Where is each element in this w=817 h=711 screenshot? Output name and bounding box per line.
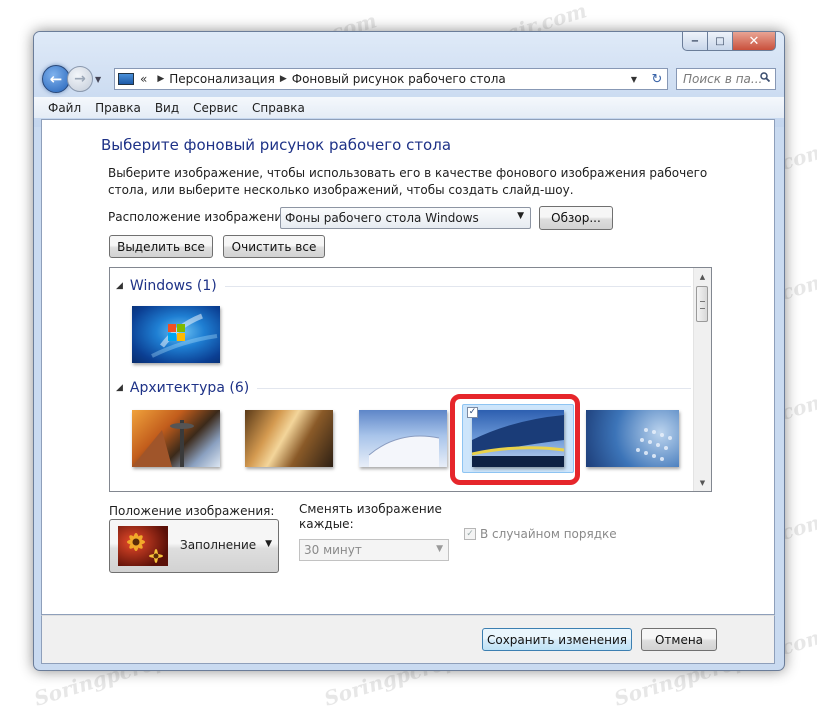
search-icon[interactable] <box>760 72 770 82</box>
forward-button[interactable]: → <box>67 66 93 92</box>
wallpaper-thumb-architecture-5[interactable] <box>586 410 679 467</box>
refresh-icon: ↻ <box>651 71 663 87</box>
interval-label: Сменять изображение каждые: <box>299 502 442 531</box>
grip-icon <box>700 301 705 309</box>
page-description: Выберите изображение, чтобы использовать… <box>108 166 708 197</box>
picture-position-value: Заполнение <box>180 538 257 552</box>
search-placeholder: Поиск в па... <box>683 72 763 86</box>
group-header-architecture[interactable]: ◢ Архитектура (6) <box>116 380 691 396</box>
menu-help[interactable]: Справка <box>252 101 305 115</box>
arrow-left-icon: ← <box>49 70 63 88</box>
picture-location-value: Фоны рабочего стола Windows <box>285 211 479 225</box>
close-button[interactable]: ✕ <box>733 32 776 51</box>
collapse-triangle-icon[interactable]: ◢ <box>116 383 123 393</box>
page-title: Выберите фоновый рисунок рабочего стола <box>101 136 452 154</box>
breadcrumb-personalization[interactable]: Персонализация <box>169 72 275 86</box>
control-panel-icon <box>118 73 134 85</box>
breadcrumb-overflow[interactable]: « <box>140 72 147 86</box>
scroll-up-arrow[interactable]: ▲ <box>694 268 711 285</box>
search-input[interactable]: Поиск в па... <box>676 68 776 90</box>
cancel-button[interactable]: Отмена <box>641 628 717 651</box>
group-divider <box>257 387 691 389</box>
address-bar[interactable]: « ▶ Персонализация ▶ Фоновый рисунок раб… <box>114 68 668 90</box>
gallery-scrollbar[interactable]: ▲ ▼ <box>693 268 711 491</box>
menu-edit[interactable]: Правка <box>95 101 141 115</box>
picture-position-select[interactable]: Заполнение ▼ <box>109 519 279 573</box>
checkbox-checked-icon[interactable]: ✓ <box>464 528 476 540</box>
dialog-footer: Сохранить изменения Отмена <box>41 615 775 664</box>
address-history-dropdown[interactable]: ▼ <box>631 75 637 84</box>
select-all-button[interactable]: Выделить все <box>109 235 213 258</box>
interval-value: 30 минут <box>304 543 362 557</box>
menu-view[interactable]: Вид <box>155 101 179 115</box>
picture-location-label: Расположение изображения: <box>108 210 294 224</box>
browse-button[interactable]: Обзор... <box>539 206 613 230</box>
wallpaper-thumb-architecture-3[interactable] <box>359 410 447 467</box>
highlight-annotation <box>450 394 580 485</box>
windows-logo-icon <box>151 313 218 358</box>
recent-pages-dropdown[interactable]: ▼ <box>95 75 101 84</box>
group-divider <box>224 285 691 287</box>
chevron-down-icon: ▼ <box>436 544 443 554</box>
wallpaper-thumb-architecture-1[interactable] <box>132 410 220 467</box>
interval-select[interactable]: 30 минут ▼ <box>299 539 449 561</box>
navigation-buttons: ← → ▼ <box>42 65 101 93</box>
back-button[interactable]: ← <box>42 65 70 93</box>
space-needle-picture <box>132 420 194 467</box>
shuffle-checkbox[interactable]: ✓ В случайном порядке <box>464 527 617 541</box>
chevron-right-icon[interactable]: ▶ <box>157 74 164 84</box>
flower-preview-picture <box>118 526 168 566</box>
wallpaper-thumb-architecture-2[interactable] <box>245 410 333 467</box>
wallpaper-thumb-windows[interactable] <box>132 306 220 363</box>
menu-file[interactable]: Файл <box>48 101 81 115</box>
chevron-down-icon: ▼ <box>265 539 272 549</box>
picture-location-select[interactable]: Фоны рабочего стола Windows ▼ <box>280 207 531 229</box>
scroll-thumb[interactable] <box>696 286 708 322</box>
group-header-windows[interactable]: ◢ Windows (1) <box>116 278 691 294</box>
group-title-architecture: Архитектура (6) <box>129 380 250 396</box>
wallpaper-gallery: ◢ Windows (1) ◢ Архитектура (6) ✓ ▲ ▼ <box>109 267 712 492</box>
group-title-windows: Windows (1) <box>129 278 217 294</box>
arrow-right-icon: → <box>74 71 86 87</box>
chevron-down-icon: ▼ <box>517 211 524 221</box>
refresh-button[interactable]: ↻ <box>646 68 668 90</box>
clear-all-button[interactable]: Очистить все <box>223 235 325 258</box>
curved-building-picture <box>368 435 440 467</box>
maximize-button[interactable]: □ <box>708 32 733 51</box>
dotted-facade-picture <box>636 428 672 461</box>
collapse-triangle-icon[interactable]: ◢ <box>116 281 123 291</box>
menu-bar: Файл Правка Вид Сервис Справка <box>34 97 784 118</box>
scroll-down-arrow[interactable]: ▼ <box>694 474 711 491</box>
control-panel-window: − □ ✕ ← → ▼ « ▶ Персонализация ▶ Фоновый… <box>33 31 785 671</box>
breadcrumb-desktop-background[interactable]: Фоновый рисунок рабочего стола <box>292 72 506 86</box>
picture-position-label: Положение изображения: <box>109 504 275 518</box>
save-changes-button[interactable]: Сохранить изменения <box>482 628 632 651</box>
caption-buttons: − □ ✕ <box>682 32 776 52</box>
shuffle-label: В случайном порядке <box>480 527 617 541</box>
chevron-right-icon[interactable]: ▶ <box>280 74 287 84</box>
menu-tools[interactable]: Сервис <box>193 101 238 115</box>
minimize-button[interactable]: − <box>682 32 708 51</box>
